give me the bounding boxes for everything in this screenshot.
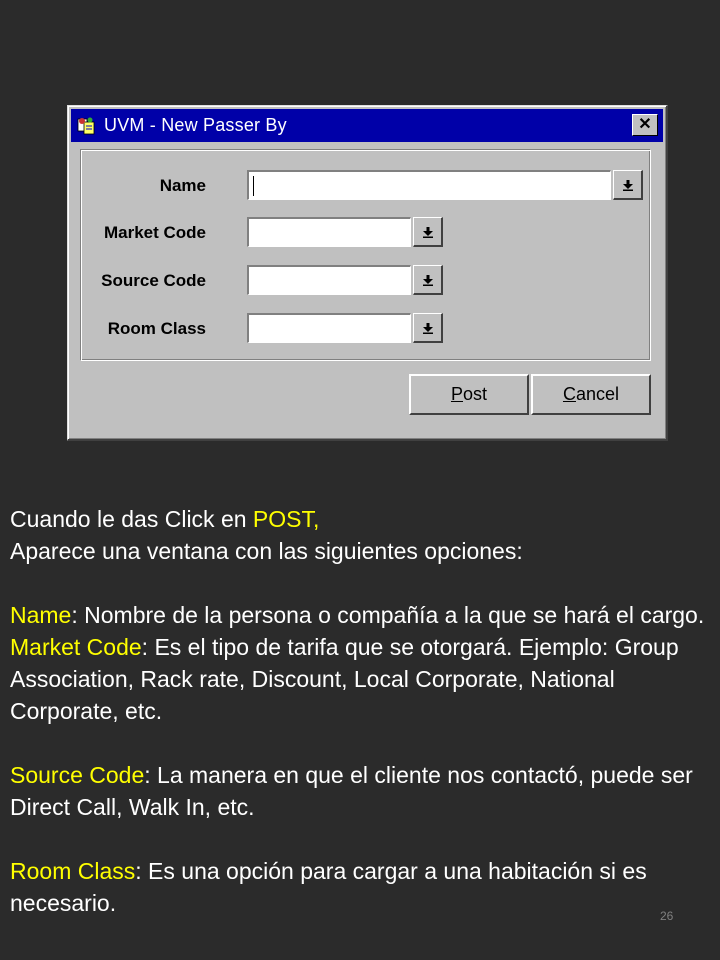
source-code-label: Source Code <box>101 271 206 290</box>
post-mnemonic: P <box>450 384 463 404</box>
text-caret <box>253 176 254 196</box>
room-class-dropdown-button[interactable] <box>413 313 443 343</box>
description-text: Cuando le das Click en POST, Aparece una… <box>10 503 712 919</box>
intro-highlight: POST, <box>252 506 320 532</box>
page-number: 26 <box>660 909 674 923</box>
market-code-label: Market Code <box>103 223 206 242</box>
cancel-button[interactable]: Cancel <box>531 374 651 415</box>
term-name: Name <box>10 602 72 628</box>
term-market-code: Market Code <box>10 634 142 660</box>
intro-line-2: Aparece una ventana con las siguientes o… <box>10 538 523 564</box>
definition-room-class: Room Class: Es una opción para cargar a … <box>10 855 712 919</box>
close-button[interactable]: ✕ <box>632 114 658 136</box>
cancel-label: ancel <box>575 384 620 404</box>
market-code-input[interactable] <box>247 217 411 247</box>
source-code-input[interactable] <box>247 265 411 295</box>
dialog-titlebar[interactable]: UVM - New Passer By ✕ <box>71 109 663 142</box>
room-class-label: Room Class <box>107 319 206 338</box>
dropdown-arrow-icon <box>422 274 433 286</box>
intro-line-1: Cuando le das Click en POST, <box>10 503 712 535</box>
cancel-mnemonic: C <box>562 384 576 404</box>
definition-source-code: Source Code: La manera en que el cliente… <box>10 759 712 823</box>
market-code-dropdown-button[interactable] <box>413 217 443 247</box>
definition-market-code: Market Code: Es el tipo de tarifa que se… <box>10 631 712 727</box>
dropdown-arrow-icon <box>622 179 633 191</box>
definition-text: : Nombre de la persona o compañía a la q… <box>71 602 705 628</box>
dialog-title: UVM - New Passer By <box>104 115 287 135</box>
post-label: ost <box>463 384 488 404</box>
term-source-code: Source Code <box>10 762 145 788</box>
app-icon <box>76 115 98 137</box>
source-code-dropdown-button[interactable] <box>413 265 443 295</box>
definition-name: Name: Nombre de la persona o compañía a … <box>10 599 712 631</box>
term-room-class: Room Class <box>10 858 136 884</box>
name-input[interactable] <box>247 170 611 200</box>
new-passer-by-dialog: UVM - New Passer By ✕ Name Market Code S… <box>67 105 668 441</box>
close-icon: ✕ <box>638 116 652 133</box>
post-button[interactable]: Post <box>409 374 529 415</box>
intro-prefix: Cuando le das Click en <box>10 506 253 532</box>
dropdown-arrow-icon <box>422 226 433 238</box>
room-class-input[interactable] <box>247 313 411 343</box>
name-label: Name <box>159 176 206 195</box>
dropdown-arrow-icon <box>422 322 433 334</box>
fields-group: Name Market Code Source Code Room Class <box>80 149 651 361</box>
name-dropdown-button[interactable] <box>613 170 643 200</box>
